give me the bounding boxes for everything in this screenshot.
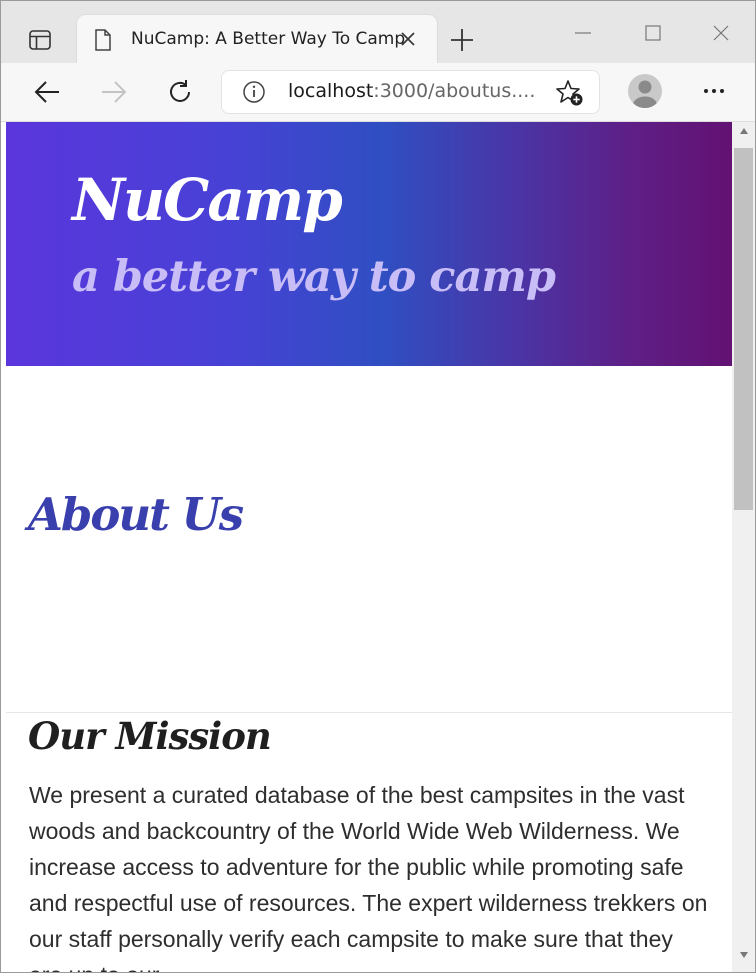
person-icon [633, 80, 657, 108]
scroll-up-arrow-icon [739, 128, 748, 134]
reload-button[interactable] [165, 77, 195, 107]
sidebar-panel-icon [29, 30, 51, 50]
info-icon[interactable] [242, 80, 266, 104]
tab-actions-button[interactable] [15, 15, 65, 65]
tab-strip: NuCamp: A Better Way To Camp [1, 1, 755, 63]
site-tagline: a better way to camp [72, 252, 556, 302]
back-arrow-icon [34, 81, 59, 103]
vertical-scrollbar[interactable] [732, 122, 755, 972]
scroll-up-button[interactable] [732, 126, 755, 144]
scroll-down-button[interactable] [732, 950, 755, 968]
page-viewport: NuCamp a better way to camp About Us Our… [6, 122, 732, 972]
document-icon [95, 29, 111, 51]
more-options-icon[interactable] [701, 81, 727, 101]
section-divider [6, 712, 732, 713]
mission-paragraph: We present a curated database of the bes… [29, 782, 708, 972]
browser-window: NuCamp: A Better Way To Camp localhost:3… [0, 0, 756, 973]
add-favorite-icon[interactable] [556, 79, 584, 107]
back-button[interactable] [32, 77, 62, 107]
active-tab[interactable]: NuCamp: A Better Way To Camp [77, 15, 437, 63]
page-title: About Us [28, 488, 244, 541]
url-host: localhost [288, 80, 374, 102]
header-banner: NuCamp a better way to camp [6, 122, 732, 366]
url-text: localhost:3000/aboutus.... [288, 80, 535, 102]
mission-heading: Our Mission [28, 714, 272, 758]
forward-button[interactable] [99, 77, 129, 107]
forward-arrow-icon [102, 81, 127, 103]
reload-icon [170, 80, 190, 102]
site-brand: NuCamp [72, 166, 343, 234]
navigation-toolbar: localhost:3000/aboutus.... [1, 63, 755, 122]
maximize-icon[interactable] [643, 23, 663, 43]
profile-avatar[interactable] [628, 74, 662, 108]
address-bar[interactable]: localhost:3000/aboutus.... [222, 71, 599, 113]
new-tab-icon[interactable] [449, 27, 475, 53]
close-window-icon[interactable] [711, 23, 731, 43]
tab-title: NuCamp: A Better Way To Camp [131, 29, 406, 49]
scrollbar-thumb[interactable] [734, 148, 753, 510]
minimize-icon[interactable] [573, 23, 593, 43]
close-tab-icon[interactable] [399, 30, 417, 48]
url-path: :3000/aboutus.... [373, 80, 536, 102]
scroll-down-arrow-icon [739, 952, 748, 958]
